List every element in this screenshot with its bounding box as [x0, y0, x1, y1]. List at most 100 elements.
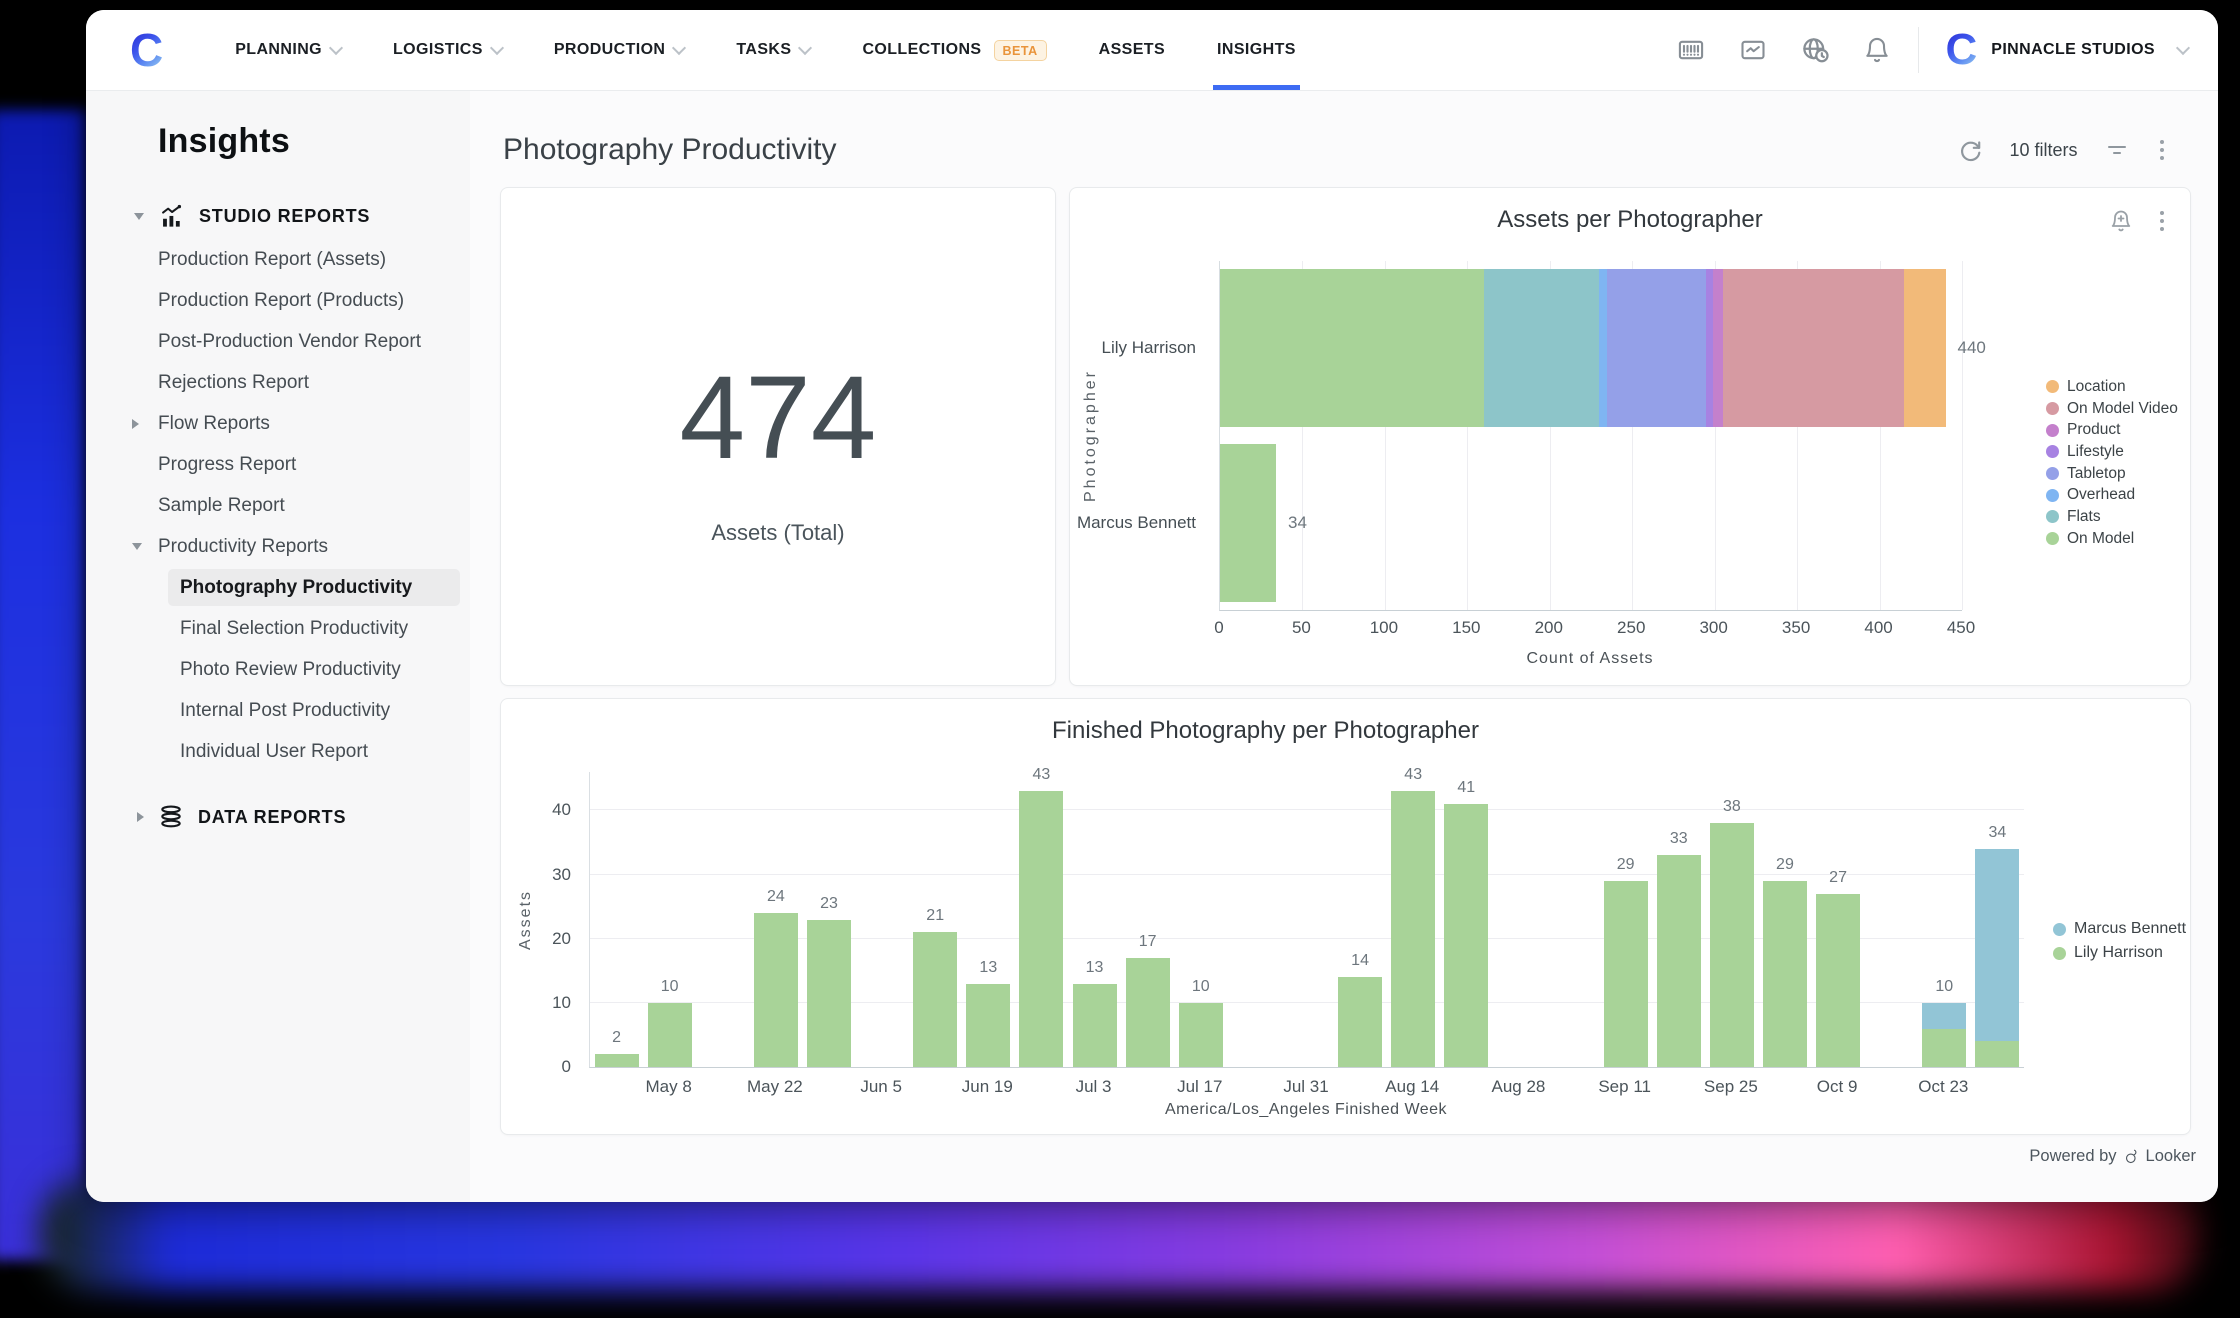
globe-time-icon[interactable]	[1800, 35, 1830, 65]
refresh-icon[interactable]	[1955, 135, 1985, 165]
bar-segment-lily-harrison[interactable]	[1975, 1041, 2019, 1067]
barcode-icon[interactable]	[1676, 35, 1706, 65]
bar-segment-lily-harrison[interactable]	[1657, 855, 1701, 1067]
legend-item-lifestyle[interactable]: Lifestyle	[2046, 441, 2178, 463]
nav-item-tasks[interactable]: TASKS	[710, 10, 836, 90]
stacked-column-aug-7[interactable]	[1338, 977, 1382, 1067]
nav-item-logistics[interactable]: LOGISTICS	[367, 10, 528, 90]
stacked-column-oct-23[interactable]	[1922, 1003, 1966, 1067]
stacked-column-oct-2[interactable]	[1763, 881, 1807, 1067]
bar-segment-flats[interactable]	[1484, 269, 1599, 427]
sidebar-item-sample-report[interactable]: Sample Report	[86, 485, 470, 526]
legend-item-location[interactable]: Location	[2046, 376, 2178, 398]
stacked-column-jul-10[interactable]	[1126, 958, 1170, 1067]
legend-item-product[interactable]: Product	[2046, 419, 2178, 441]
stacked-column-aug-14[interactable]	[1391, 791, 1435, 1067]
bell-icon[interactable]	[1862, 35, 1892, 65]
bar-segment-lily-harrison[interactable]	[966, 984, 1010, 1067]
bar-segment-on-model[interactable]	[1220, 444, 1276, 602]
bar-segment-overhead[interactable]	[1599, 269, 1607, 427]
sidebar-item-individual-user-report[interactable]: Individual User Report	[86, 731, 470, 772]
sidebar-item-production-report-products[interactable]: Production Report (Products)	[86, 280, 470, 321]
sidebar-item-rejections-report[interactable]: Rejections Report	[86, 362, 470, 403]
bar-segment-lily-harrison[interactable]	[1816, 894, 1860, 1067]
stacked-column-may-8[interactable]	[648, 1003, 692, 1067]
stacked-column-oct-9[interactable]	[1816, 894, 1860, 1067]
sidebar-item-post-production-vendor-report[interactable]: Post-Production Vendor Report	[86, 321, 470, 362]
stacked-column-may-29[interactable]	[807, 920, 851, 1068]
stacked-column-sep-18[interactable]	[1657, 855, 1701, 1067]
nav-item-collections[interactable]: COLLECTIONS BETA	[836, 10, 1072, 90]
bar-segment-lily-harrison[interactable]	[807, 920, 851, 1068]
bar-segment-lily-harrison[interactable]	[754, 913, 798, 1067]
legend-item-lily-harrison[interactable]: Lily Harrison	[2053, 941, 2186, 965]
sidebar-item-progress-report[interactable]: Progress Report	[86, 444, 470, 485]
legend-item-on-model[interactable]: On Model	[2046, 528, 2178, 550]
bell-plus-icon[interactable]	[2106, 206, 2136, 236]
bar-segment-lily-harrison[interactable]	[913, 932, 957, 1067]
page-title: Photography Productivity	[503, 133, 837, 167]
stacked-bar-lily-harrison[interactable]	[1220, 269, 1946, 427]
sidebar-item-final-selection-productivity[interactable]: Final Selection Productivity	[86, 608, 470, 649]
bar-segment-lily-harrison[interactable]	[595, 1054, 639, 1067]
bar-segment-lily-harrison[interactable]	[1073, 984, 1117, 1067]
bar-segment-lily-harrison[interactable]	[1179, 1003, 1223, 1067]
stacked-column-aug-21[interactable]	[1444, 804, 1488, 1067]
bar-segment-product[interactable]	[1713, 269, 1723, 427]
legend-item-tabletop[interactable]: Tabletop	[2046, 463, 2178, 485]
sidebar-group-studio-reports[interactable]: STUDIO REPORTS	[86, 193, 470, 239]
stacked-column-may-22[interactable]	[754, 913, 798, 1067]
bar-segment-lily-harrison[interactable]	[648, 1003, 692, 1067]
filters-count-label[interactable]: 10 filters	[2009, 140, 2077, 161]
bar-segment-lily-harrison[interactable]	[1922, 1029, 1966, 1067]
stacked-column-jul-3[interactable]	[1073, 984, 1117, 1067]
bar-segment-on-model-video[interactable]	[1723, 269, 1904, 427]
filter-icon[interactable]	[2102, 135, 2132, 165]
bar-segment-on-model[interactable]	[1220, 269, 1484, 427]
bar-segment-lily-harrison[interactable]	[1604, 881, 1648, 1067]
sidebar-item-photo-review-productivity[interactable]: Photo Review Productivity	[86, 649, 470, 690]
bar-segment-tabletop[interactable]	[1607, 269, 1706, 427]
stacked-column-jun-19[interactable]	[966, 984, 1010, 1067]
bar-segment-lily-harrison[interactable]	[1391, 791, 1435, 1067]
sidebar-item-flow-reports[interactable]: Flow Reports	[86, 403, 470, 444]
stacked-column-sep-11[interactable]	[1604, 881, 1648, 1067]
sidebar-group-data-reports[interactable]: DATA REPORTS	[86, 794, 470, 840]
legend-item-marcus-bennett[interactable]: Marcus Bennett	[2053, 917, 2186, 941]
stacked-column-jun-12[interactable]	[913, 932, 957, 1067]
bar-segment-location[interactable]	[1904, 269, 1945, 427]
legend-item-overhead[interactable]: Overhead	[2046, 484, 2178, 506]
bar-segment-lily-harrison[interactable]	[1710, 823, 1754, 1067]
sidebar-item-production-report-assets[interactable]: Production Report (Assets)	[86, 239, 470, 280]
sidebar-item-photography-productivity[interactable]: Photography Productivity	[168, 569, 460, 606]
sidebar-item-internal-post-productivity[interactable]: Internal Post Productivity	[86, 690, 470, 731]
bar-segment-lifestyle[interactable]	[1706, 269, 1713, 427]
app-logo[interactable]: C	[130, 27, 163, 73]
stacked-bar-marcus-bennett[interactable]	[1220, 444, 1276, 602]
bar-segment-marcus-bennett[interactable]	[1975, 849, 2019, 1041]
legend-item-on-model-video[interactable]: On Model Video	[2046, 398, 2178, 420]
nav-item-production[interactable]: PRODUCTION	[528, 10, 711, 90]
stacked-column-jun-26[interactable]	[1019, 791, 1063, 1067]
kebab-menu-icon[interactable]	[2156, 136, 2169, 165]
bar-segment-lily-harrison[interactable]	[1763, 881, 1807, 1067]
bar-segment-lily-harrison[interactable]	[1019, 791, 1063, 1067]
stacked-column-oct-30[interactable]	[1975, 849, 2019, 1067]
dashboard-actions: 10 filters	[1955, 135, 2168, 165]
bar-segment-lily-harrison[interactable]	[1444, 804, 1488, 1067]
nav-item-insights[interactable]: INSIGHTS	[1191, 10, 1322, 90]
legend-item-flats[interactable]: Flats	[2046, 506, 2178, 528]
bar-segment-marcus-bennett[interactable]	[1922, 1003, 1966, 1029]
powered-by-looker-link[interactable]: Powered by Looker	[2029, 1147, 2196, 1166]
kebab-menu-icon[interactable]	[2156, 207, 2169, 236]
bar-segment-lily-harrison[interactable]	[1126, 958, 1170, 1067]
sidebar-item-productivity-reports[interactable]: Productivity Reports	[86, 526, 470, 567]
account-switcher[interactable]: C PINNACLE STUDIOS	[1945, 28, 2188, 72]
nav-item-assets[interactable]: ASSETS	[1073, 10, 1191, 90]
stacked-column-jul-17[interactable]	[1179, 1003, 1223, 1067]
bar-segment-lily-harrison[interactable]	[1338, 977, 1382, 1067]
stacked-column-sep-25[interactable]	[1710, 823, 1754, 1067]
stacked-column-may-1[interactable]	[595, 1054, 639, 1067]
image-card-icon[interactable]	[1738, 35, 1768, 65]
nav-item-planning[interactable]: PLANNING	[209, 10, 367, 90]
